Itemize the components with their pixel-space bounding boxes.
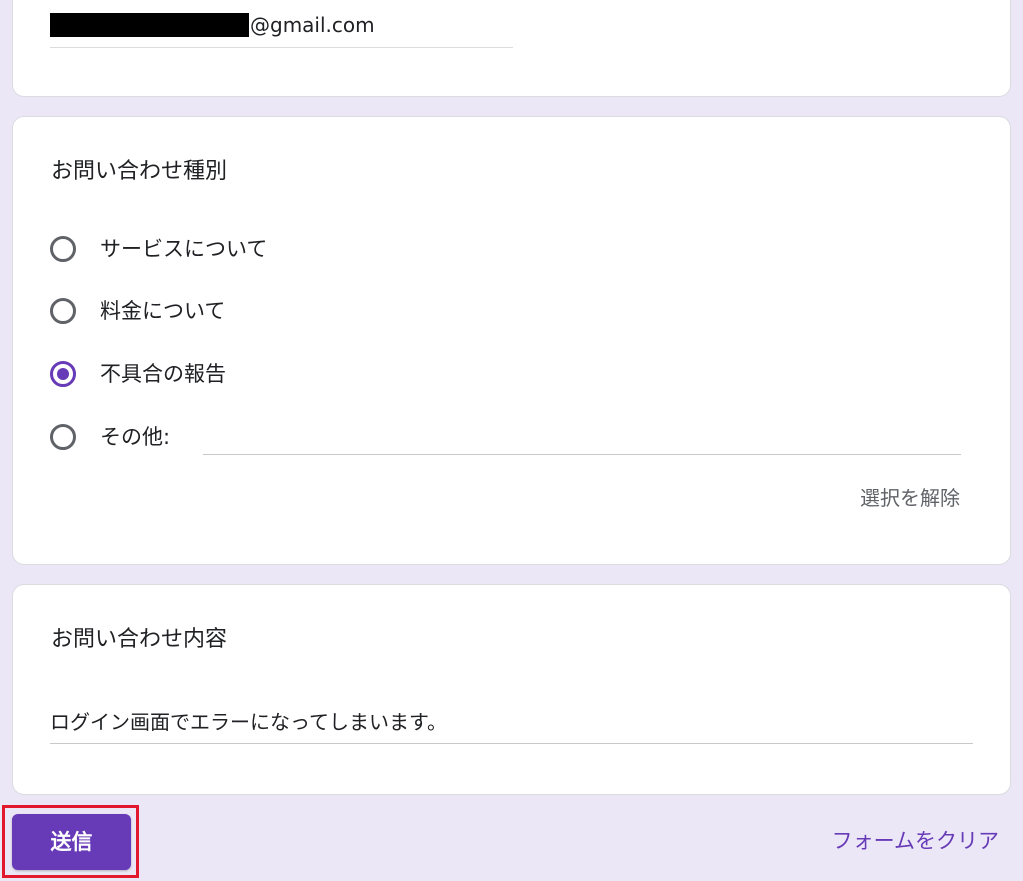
clear-selection-button[interactable]: 選択を解除 [860,483,960,513]
inquiry-content-answer-field[interactable]: ログイン画面でエラーになってしまいます。 [50,703,973,744]
radio-option-price[interactable]: 料金について [50,294,225,328]
redacted-email-user [50,13,249,37]
email-question-card: @gmail.com [12,0,1011,97]
inquiry-content-question-card: お問い合わせ内容 ログイン画面でエラーになってしまいます。 [12,584,1011,795]
radio-option-label: 料金について [100,299,226,323]
radio-option-label: その他: [100,425,171,449]
radio-option-label: サービスについて [100,237,268,261]
radio-option-other[interactable]: その他: [50,420,170,454]
inquiry-type-question-card: お問い合わせ種別 サービスについて 料金について 不具合の報告 その他: 選択を… [12,116,1011,565]
radio-option-label: 不具合の報告 [100,362,226,386]
radio-button-unchecked[interactable] [50,236,76,262]
radio-button-checked[interactable] [50,361,76,387]
radio-option-bug-report[interactable]: 不具合の報告 [50,357,226,391]
email-domain-text: @gmail.com [250,13,375,37]
radio-button-unchecked[interactable] [50,424,76,450]
inquiry-type-title: お問い合わせ種別 [51,159,228,184]
inquiry-content-answer-text: ログイン画面でエラーになってしまいます。 [50,710,447,734]
inquiry-content-title: お問い合わせ内容 [51,627,228,652]
other-text-input[interactable] [203,421,961,455]
submit-button[interactable]: 送信 [12,814,131,870]
radio-option-service[interactable]: サービスについて [50,232,267,266]
email-answer-field[interactable]: @gmail.com [50,11,513,48]
radio-button-unchecked[interactable] [50,298,76,324]
clear-form-link[interactable]: フォームをクリア [832,826,999,856]
